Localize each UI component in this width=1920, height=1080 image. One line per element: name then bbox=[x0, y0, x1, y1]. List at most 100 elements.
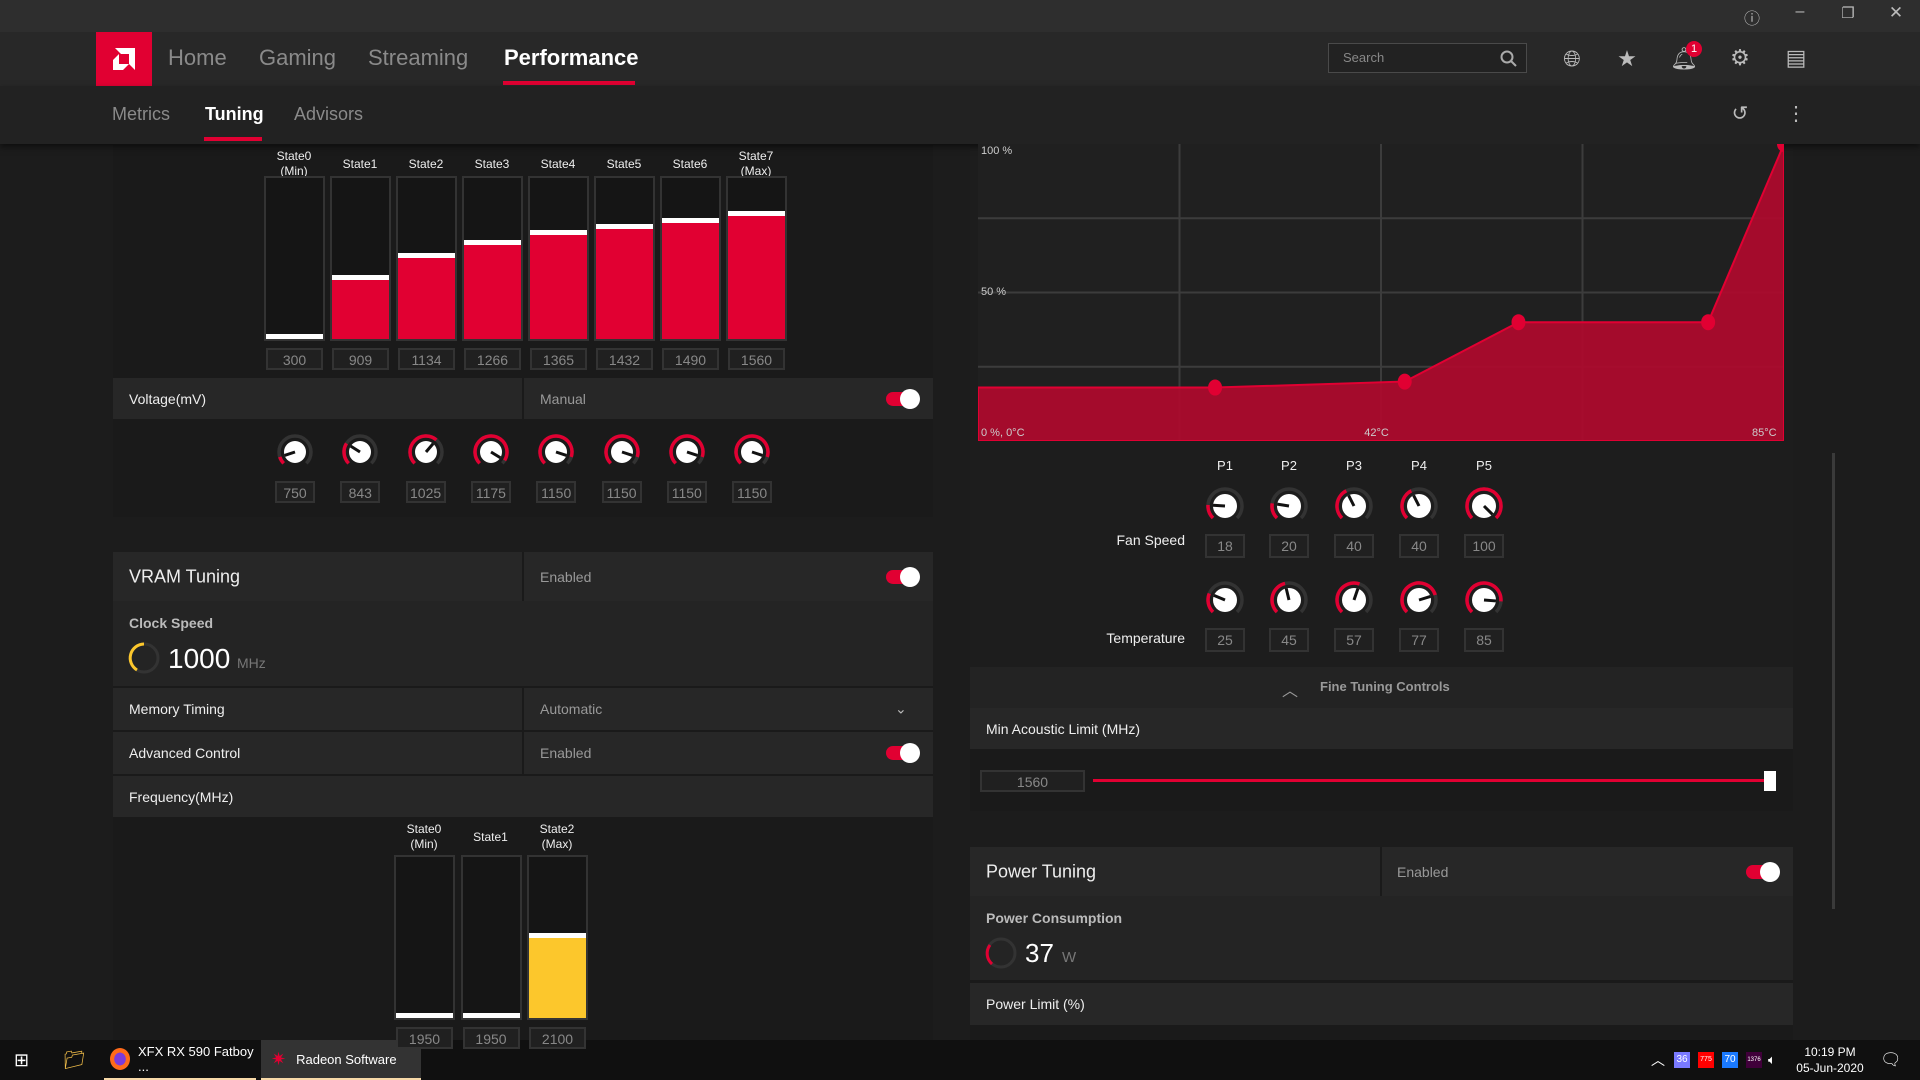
state-frequency-input[interactable]: 1266 bbox=[464, 348, 521, 370]
state-slider[interactable] bbox=[330, 176, 391, 341]
tab-home[interactable]: Home bbox=[168, 45, 227, 71]
voltage-knob[interactable] bbox=[667, 432, 707, 472]
voltage-input[interactable]: 750 bbox=[275, 481, 315, 503]
clock[interactable]: 10:19 PM 05-Jun-2020 bbox=[1790, 1044, 1870, 1076]
advanced-control-toggle[interactable] bbox=[886, 743, 920, 763]
state-slider[interactable] bbox=[726, 176, 787, 341]
fan-speed-input[interactable]: 100 bbox=[1464, 534, 1504, 558]
voltage-input[interactable]: 1025 bbox=[405, 481, 446, 503]
fan-curve-point[interactable] bbox=[1701, 314, 1716, 331]
voltage-input[interactable]: 843 bbox=[340, 481, 381, 503]
min-acoustic-slider-track[interactable] bbox=[1093, 779, 1770, 782]
state-slider[interactable] bbox=[460, 855, 522, 1020]
gear-icon[interactable]: ⚙ bbox=[1725, 45, 1755, 71]
close-icon[interactable]: ✕ bbox=[1881, 3, 1911, 23]
temperature-input[interactable]: 45 bbox=[1269, 628, 1309, 652]
fan-curve-point[interactable] bbox=[1208, 379, 1223, 396]
taskbar-app-firefox[interactable]: XFX RX 590 Fatboy ... bbox=[104, 1040, 256, 1080]
temperature-knob[interactable] bbox=[1204, 579, 1246, 621]
tab-gaming[interactable]: Gaming bbox=[259, 45, 336, 71]
state-slider[interactable] bbox=[264, 176, 325, 341]
temperature-knob[interactable] bbox=[1463, 579, 1505, 621]
min-acoustic-input[interactable]: 1560 bbox=[980, 770, 1085, 792]
voltage-input[interactable]: 1150 bbox=[732, 481, 773, 503]
fan-speed-input[interactable]: 18 bbox=[1205, 534, 1245, 558]
voltage-input[interactable]: 1150 bbox=[601, 481, 642, 503]
fan-speed-input[interactable]: 40 bbox=[1334, 534, 1374, 558]
voltage-knob[interactable] bbox=[340, 432, 380, 472]
state-frequency-input[interactable]: 1432 bbox=[596, 348, 653, 370]
reset-icon[interactable]: ↺ bbox=[1725, 101, 1755, 126]
search-icon[interactable] bbox=[1500, 50, 1518, 68]
min-acoustic-slider-handle[interactable] bbox=[1764, 771, 1776, 791]
state-frequency-input[interactable]: 2100 bbox=[529, 1027, 586, 1049]
globe-icon[interactable]: 🌐︎ bbox=[1557, 46, 1587, 72]
voltage-input[interactable]: 1150 bbox=[536, 481, 577, 503]
state-slider[interactable] bbox=[527, 855, 588, 1020]
tab-performance[interactable]: Performance bbox=[504, 45, 639, 71]
help-icon[interactable]: ⓘ bbox=[1737, 5, 1767, 29]
fan-curve-point[interactable] bbox=[1511, 314, 1526, 331]
fan-speed-input[interactable]: 40 bbox=[1399, 534, 1439, 558]
memory-timing-row[interactable]: Memory Timing Automatic ⌄ bbox=[113, 688, 933, 730]
voltage-knob[interactable] bbox=[275, 432, 315, 472]
voltage-toggle[interactable] bbox=[886, 388, 920, 409]
vram-toggle[interactable] bbox=[886, 566, 920, 587]
tab-streaming[interactable]: Streaming bbox=[368, 45, 468, 71]
temperature-input[interactable]: 57 bbox=[1334, 628, 1374, 652]
amd-logo[interactable] bbox=[96, 32, 152, 86]
voltage-knob[interactable] bbox=[536, 432, 576, 472]
fan-speed-knob[interactable] bbox=[1398, 485, 1440, 527]
panel-icon[interactable]: ▤ bbox=[1781, 45, 1811, 71]
tab-tuning[interactable]: Tuning bbox=[205, 104, 264, 125]
state-frequency-input[interactable]: 1950 bbox=[396, 1027, 453, 1049]
state-slider[interactable] bbox=[396, 176, 457, 341]
restore-icon[interactable]: ❐ bbox=[1833, 4, 1863, 22]
memory-timing-select[interactable]: Automatic bbox=[540, 701, 602, 717]
fine-tuning-toggle[interactable]: ︿ Fine Tuning Controls bbox=[970, 667, 1793, 708]
state-frequency-input[interactable]: 1134 bbox=[398, 348, 455, 370]
chevron-up-icon[interactable]: ︿ bbox=[1282, 677, 1298, 701]
fan-curve-point[interactable] bbox=[1397, 373, 1412, 390]
windows-start-icon[interactable]: ⊞ bbox=[14, 1040, 29, 1080]
temperature-input[interactable]: 85 bbox=[1464, 628, 1504, 652]
file-explorer-icon[interactable]: 📁︎ bbox=[63, 1040, 86, 1080]
fan-speed-knob[interactable] bbox=[1268, 485, 1310, 527]
voltage-knob[interactable] bbox=[732, 432, 772, 472]
fan-speed-knob[interactable] bbox=[1463, 485, 1505, 527]
voltage-knob[interactable] bbox=[471, 432, 511, 472]
chevron-down-icon[interactable]: ⌄ bbox=[895, 701, 907, 718]
scrollbar[interactable] bbox=[1832, 453, 1835, 909]
state-slider[interactable] bbox=[594, 176, 655, 341]
voltage-input[interactable]: 1150 bbox=[666, 481, 707, 503]
state-frequency-input[interactable]: 1490 bbox=[662, 348, 719, 370]
state-frequency-input[interactable]: 1365 bbox=[530, 348, 587, 370]
tray-icon-memory[interactable]: 1376 bbox=[1746, 1052, 1762, 1068]
state-frequency-input[interactable]: 300 bbox=[266, 348, 323, 370]
power-toggle[interactable] bbox=[1746, 861, 1780, 882]
fan-speed-knob[interactable] bbox=[1204, 485, 1246, 527]
voltage-input[interactable]: 1175 bbox=[470, 481, 511, 503]
state-frequency-input[interactable]: 909 bbox=[332, 348, 389, 370]
state-frequency-input[interactable]: 1950 bbox=[462, 1027, 520, 1049]
temperature-knob[interactable] bbox=[1268, 579, 1310, 621]
minimize-icon[interactable]: – bbox=[1785, 3, 1815, 21]
more-icon[interactable]: ⋮ bbox=[1781, 101, 1811, 126]
state-slider[interactable] bbox=[660, 176, 721, 341]
star-icon[interactable]: ★ bbox=[1612, 46, 1642, 72]
state-slider[interactable] bbox=[394, 855, 455, 1020]
temperature-input[interactable]: 25 bbox=[1205, 628, 1245, 652]
state-frequency-input[interactable]: 1560 bbox=[728, 348, 785, 370]
voltage-knob[interactable] bbox=[406, 432, 446, 472]
fan-curve-chart[interactable]: 100 % 50 % 0 %, 0°C 42°C 85°C bbox=[978, 144, 1784, 441]
tray-icon-gpu-clock[interactable]: 775 bbox=[1698, 1052, 1714, 1068]
tab-metrics[interactable]: Metrics bbox=[112, 104, 170, 125]
search-input[interactable]: Search bbox=[1328, 43, 1527, 73]
state-slider[interactable] bbox=[528, 176, 589, 341]
temperature-knob[interactable] bbox=[1398, 579, 1440, 621]
tab-advisors[interactable]: Advisors bbox=[294, 104, 363, 125]
state-slider[interactable] bbox=[462, 176, 523, 341]
tray-icon-cpu-temp[interactable]: 36 bbox=[1674, 1052, 1690, 1068]
temperature-knob[interactable] bbox=[1333, 579, 1375, 621]
volume-icon[interactable]: 🔈︎ bbox=[1768, 1040, 1776, 1080]
